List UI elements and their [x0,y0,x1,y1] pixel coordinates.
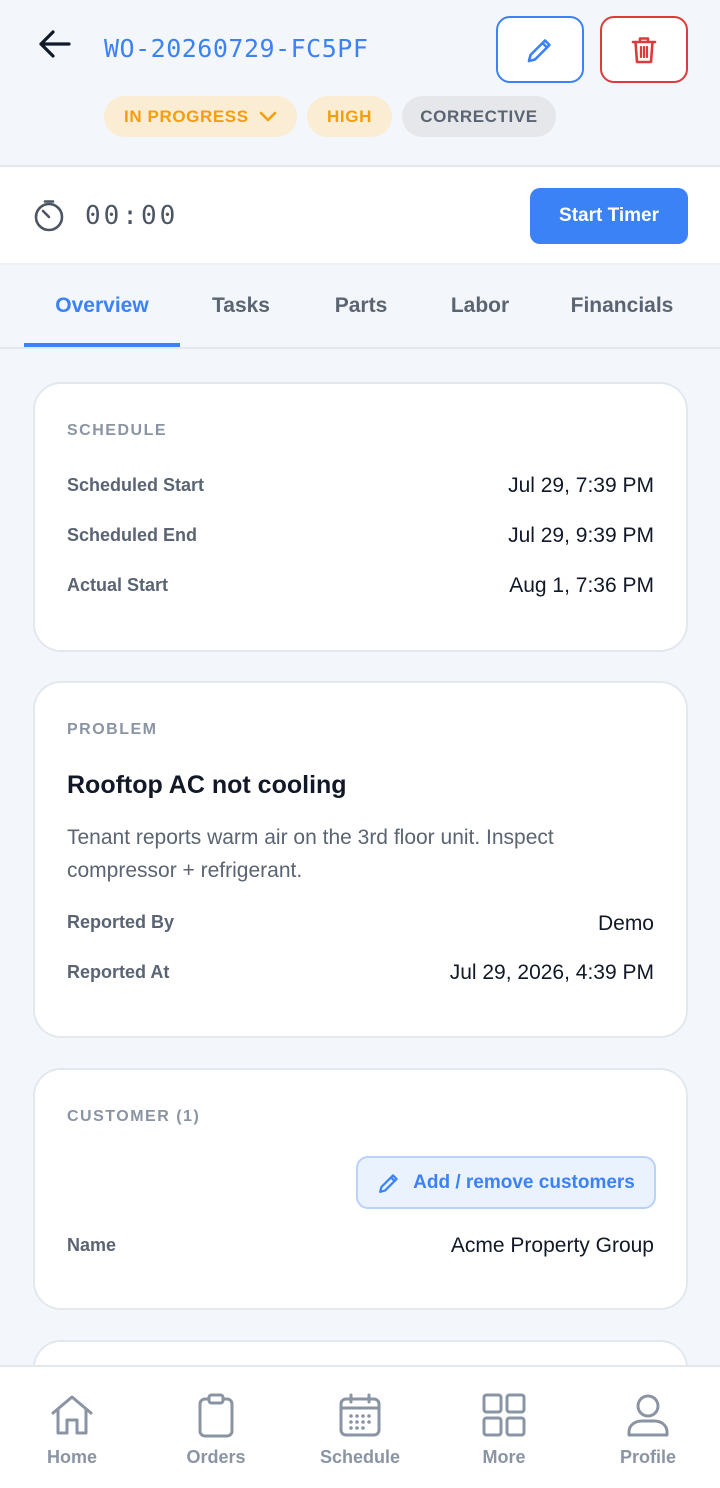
header: WO-20260729-FC5PF IN PROGRESS HIGH CORRE… [0,0,720,167]
nav-orders[interactable]: Orders [144,1367,288,1488]
add-remove-customers-label: Add / remove customers [413,1171,635,1193]
reported-at-label: Reported At [67,962,170,982]
scheduled-start-value: Jul 29, 7:39 PM [508,474,654,497]
nav-label: Schedule [319,1447,401,1467]
back-button[interactable] [30,22,78,66]
type-badge: CORRECTIVE [402,96,556,137]
scheduled-end-label: Scheduled End [67,525,198,545]
nav-profile[interactable]: Profile [576,1367,720,1488]
delete-button[interactable] [600,16,688,83]
priority-badge: HIGH [307,96,392,137]
section-title: CUSTOMER (1) [67,1108,201,1125]
nav-schedule[interactable]: Schedule [288,1367,432,1488]
actual-start-label: Actual Start [67,575,169,595]
bottom-navigation: Home Orders Schedule More Profile [0,1365,720,1488]
status-chips: IN PROGRESS HIGH CORRECTIVE [104,96,556,137]
tab-overview[interactable]: Overview [24,265,180,347]
work-order-id: WO-20260729-FC5PF [104,34,369,63]
nav-label: Orders [186,1447,246,1467]
tab-labor[interactable]: Labor [420,265,540,347]
nav-label: Profile [619,1447,676,1467]
nav-label: More [482,1447,526,1467]
section-title: SCHEDULE [67,422,168,439]
status-label: IN PROGRESS [124,106,249,126]
trash-icon [631,36,657,63]
chevron-down-icon [259,111,276,121]
pencil-icon [379,1173,398,1193]
timer-bar: 00:00 Start Timer [0,167,720,265]
stopwatch-icon [34,200,64,232]
problem-card: PROBLEM Rooftop AC not cooling Tenant re… [33,681,688,1038]
tab-tasks[interactable]: Tasks [180,265,302,347]
arrow-left-icon [39,30,71,58]
nav-more[interactable]: More [432,1367,576,1488]
tab-bar: Overview Tasks Parts Labor Financials [0,265,720,349]
home-icon [51,1395,93,1435]
edit-button[interactable] [496,16,584,83]
customer-name-label: Name [67,1235,117,1255]
reported-by-label: Reported By [67,912,175,932]
start-timer-button[interactable]: Start Timer [530,188,688,244]
calendar-icon [339,1393,381,1437]
nav-home[interactable]: Home [0,1367,144,1488]
section-title: PROBLEM [67,721,158,738]
grid-icon [482,1393,526,1437]
scheduled-start-label: Scheduled Start [67,475,205,495]
add-remove-customers-button[interactable]: Add / remove customers [356,1156,656,1209]
status-dropdown[interactable]: IN PROGRESS [104,96,297,137]
tab-financials[interactable]: Financials [540,265,704,347]
active-tab-indicator [24,343,180,347]
customer-name-value: Acme Property Group [450,1234,654,1257]
schedule-card: SCHEDULE Scheduled Start Jul 29, 7:39 PM… [33,382,688,652]
scheduled-end-value: Jul 29, 9:39 PM [508,524,654,547]
problem-headline: Rooftop AC not cooling [67,771,347,799]
problem-description: Tenant reports warm air on the 3rd floor… [67,826,554,882]
timer-value: 00:00 [85,201,179,231]
tab-parts[interactable]: Parts [302,265,420,347]
nav-label: Home [46,1447,97,1467]
reported-at-value: Jul 29, 2026, 4:39 PM [449,961,654,984]
reported-by-value: Demo [597,912,654,935]
customer-card: CUSTOMER (1) Add / remove customers Name… [33,1068,688,1310]
user-icon [627,1394,669,1437]
actual-start-value: Aug 1, 7:36 PM [509,574,654,597]
clipboard-icon [198,1393,234,1438]
pencil-icon [527,38,551,62]
